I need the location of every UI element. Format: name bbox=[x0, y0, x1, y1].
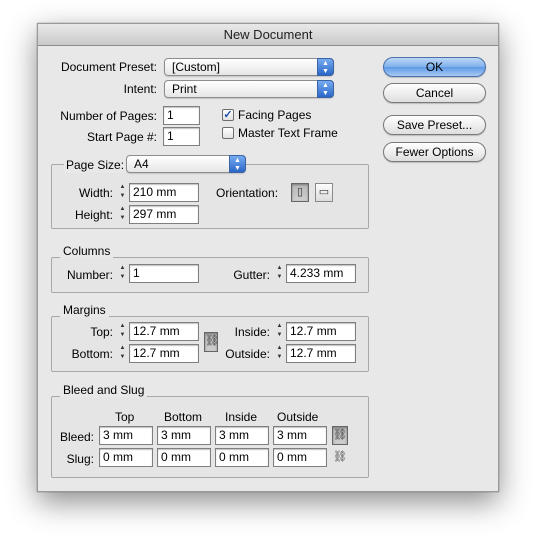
document-preset-value: [Custom] bbox=[172, 60, 221, 74]
margin-bottom-field[interactable]: 12.7 mm bbox=[129, 344, 199, 363]
intent-label: Intent: bbox=[123, 82, 157, 96]
bleed-header-inside: Inside bbox=[225, 410, 258, 424]
select-arrows-icon: ▲ ▼ bbox=[317, 58, 334, 76]
gutter-stepper[interactable]: ▲ ▼ bbox=[275, 264, 284, 283]
bleed-header-bottom: Bottom bbox=[164, 410, 203, 424]
margin-bottom-label: Bottom: bbox=[71, 347, 113, 361]
width-field[interactable]: 210 mm bbox=[129, 183, 199, 202]
margin-outside-field[interactable]: 12.7 mm bbox=[286, 344, 356, 363]
bleed-outside-field[interactable]: 3 mm bbox=[273, 426, 327, 445]
new-document-dialog: New Document Document Preset: [Custom] ▲… bbox=[37, 23, 499, 492]
margin-bottom-stepper[interactable]: ▲ ▼ bbox=[118, 344, 127, 363]
columns-number-label: Number: bbox=[66, 268, 113, 282]
columns-number-field[interactable]: 1 bbox=[129, 264, 199, 283]
dialog-title: New Document bbox=[38, 24, 498, 46]
intent-select[interactable]: Print ▲ ▼ bbox=[164, 80, 334, 98]
fewer-options-button[interactable]: Fewer Options bbox=[383, 142, 486, 162]
margin-inside-label: Inside: bbox=[234, 325, 270, 339]
margin-outside-label: Outside: bbox=[225, 347, 270, 361]
ok-button[interactable]: OK bbox=[383, 57, 486, 77]
cancel-button[interactable]: Cancel bbox=[383, 83, 486, 103]
bleed-link-icon[interactable]: ⛓ bbox=[332, 426, 348, 445]
facing-pages-checkbox[interactable]: ✓ bbox=[222, 109, 234, 121]
bleed-slug-title: Bleed and Slug bbox=[60, 383, 148, 397]
bleed-bottom-field[interactable]: 3 mm bbox=[157, 426, 211, 445]
page-size-select[interactable]: A4 ▲ ▼ bbox=[126, 155, 246, 173]
bleed-top-field[interactable]: 3 mm bbox=[99, 426, 153, 445]
gutter-label: Gutter: bbox=[233, 268, 270, 282]
orientation-label: Orientation: bbox=[216, 186, 279, 200]
columns-title: Columns bbox=[60, 244, 114, 258]
margins-title: Margins bbox=[60, 303, 109, 317]
margin-inside-stepper[interactable]: ▲ ▼ bbox=[275, 322, 284, 341]
bleed-label: Bleed: bbox=[59, 430, 94, 444]
master-text-frame-checkbox[interactable] bbox=[222, 127, 234, 139]
page-size-label: Page Size: bbox=[64, 157, 127, 173]
width-label: Width: bbox=[78, 186, 113, 200]
margin-top-label: Top: bbox=[90, 325, 113, 339]
save-preset-button[interactable]: Save Preset... bbox=[383, 115, 486, 135]
document-preset-label: Document Preset: bbox=[60, 60, 157, 74]
slug-outside-field[interactable]: 0 mm bbox=[273, 448, 327, 467]
intent-value: Print bbox=[172, 82, 197, 96]
number-of-pages-field[interactable]: 1 bbox=[163, 106, 200, 125]
start-page-label: Start Page #: bbox=[86, 130, 157, 144]
landscape-orientation-icon[interactable]: ▭ bbox=[315, 183, 333, 202]
select-arrows-icon: ▲ ▼ bbox=[317, 80, 334, 98]
select-arrows-icon: ▲ ▼ bbox=[229, 155, 246, 173]
number-of-pages-label: Number of Pages: bbox=[60, 109, 157, 123]
margin-outside-stepper[interactable]: ▲ ▼ bbox=[275, 344, 284, 363]
gutter-field[interactable]: 4.233 mm bbox=[286, 264, 356, 283]
columns-number-stepper[interactable]: ▲ ▼ bbox=[118, 264, 127, 283]
portrait-orientation-icon[interactable]: ▯ bbox=[291, 183, 309, 202]
bleed-header-outside: Outside bbox=[277, 410, 319, 424]
height-label: Height: bbox=[74, 208, 113, 222]
height-field[interactable]: 297 mm bbox=[129, 205, 199, 224]
height-stepper[interactable]: ▲ ▼ bbox=[118, 205, 127, 224]
slug-link-icon[interactable]: ⛓ bbox=[333, 448, 347, 466]
bleed-inside-field[interactable]: 3 mm bbox=[215, 426, 269, 445]
margin-inside-field[interactable]: 12.7 mm bbox=[286, 322, 356, 341]
master-text-frame-label: Master Text Frame bbox=[238, 126, 338, 140]
facing-pages-label: Facing Pages bbox=[238, 108, 312, 122]
slug-bottom-field[interactable]: 0 mm bbox=[157, 448, 211, 467]
slug-label: Slug: bbox=[66, 452, 94, 466]
document-preset-select[interactable]: [Custom] ▲ ▼ bbox=[164, 58, 334, 76]
slug-inside-field[interactable]: 0 mm bbox=[215, 448, 269, 467]
page-size-value: A4 bbox=[134, 157, 149, 171]
start-page-field[interactable]: 1 bbox=[163, 127, 200, 146]
margin-top-field[interactable]: 12.7 mm bbox=[129, 322, 199, 341]
bleed-header-top: Top bbox=[115, 410, 135, 424]
slug-top-field[interactable]: 0 mm bbox=[99, 448, 153, 467]
margin-top-stepper[interactable]: ▲ ▼ bbox=[118, 322, 127, 341]
width-stepper[interactable]: ▲ ▼ bbox=[118, 183, 127, 202]
